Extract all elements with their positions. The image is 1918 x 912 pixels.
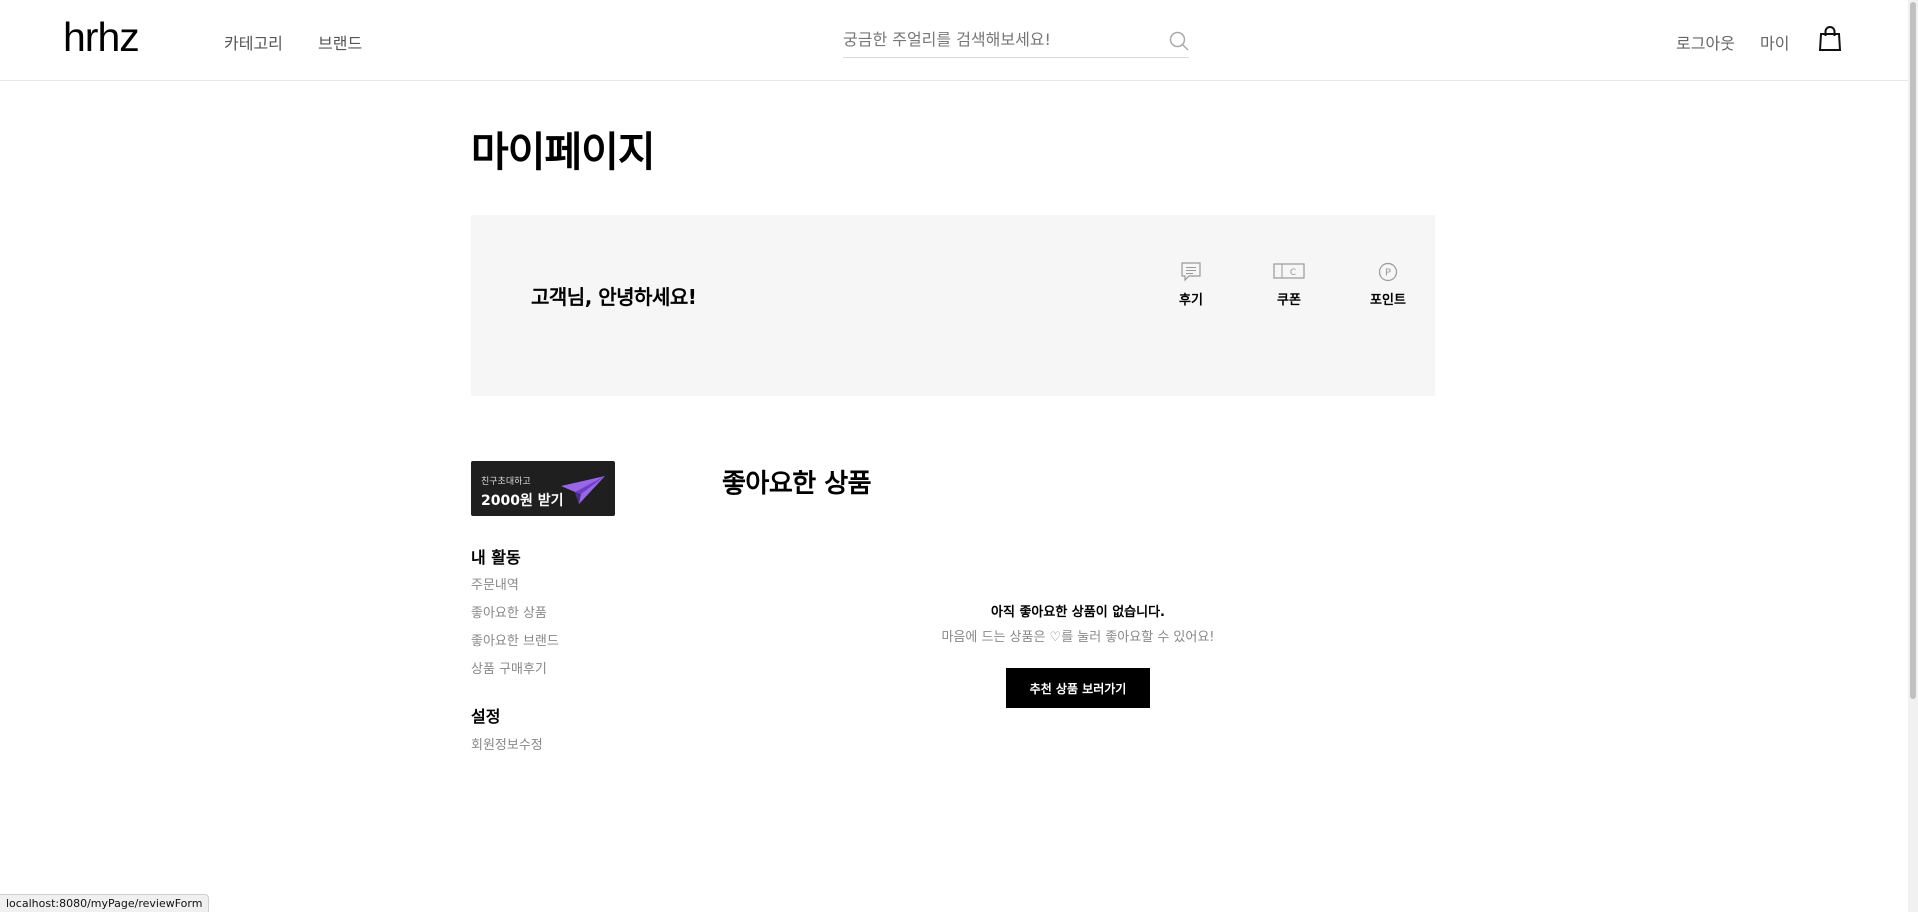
top-header: hrhz 카테고리 브랜드 로그아웃 마이	[0, 0, 1908, 81]
view-recommended-button[interactable]: 추천 상품 보러가기	[1006, 668, 1150, 708]
stat-point[interactable]: P 포인트	[1348, 261, 1428, 308]
sidebar-item-liked-brands[interactable]: 좋아요한 브랜드	[471, 630, 559, 649]
stat-coupon[interactable]: C 쿠폰	[1249, 261, 1329, 308]
sidebar-heading-activity: 내 활동	[471, 548, 521, 567]
nav-brand[interactable]: 브랜드	[318, 30, 362, 54]
page-scrollbar[interactable]	[1908, 0, 1918, 912]
sidebar-heading-settings: 설정	[471, 707, 501, 726]
search-icon[interactable]	[1168, 30, 1190, 52]
stat-point-label: 포인트	[1370, 293, 1406, 308]
stat-coupon-label: 쿠폰	[1277, 293, 1301, 308]
empty-state-subtitle: 마음에 드는 상품은 ♡를 눌러 좋아요할 수 있어요!	[941, 630, 1215, 645]
coupon-icon: C	[1273, 263, 1305, 279]
sidebar-item-reviews[interactable]: 상품 구매후기	[471, 658, 547, 677]
scrollbar-thumb[interactable]	[1910, 2, 1916, 699]
profile-summary: 고객님, 안녕하세요! 후기 C 쿠폰 P 포인트	[471, 215, 1435, 396]
stat-review[interactable]: 후기	[1151, 261, 1231, 308]
stat-review-label: 후기	[1179, 293, 1203, 308]
invite-banner-small-text: 친구초대하고	[481, 477, 531, 487]
invite-friend-banner[interactable]: 친구초대하고 2000원 받기	[471, 461, 615, 516]
status-bar-url: localhost:8080/myPage/reviewForm	[0, 894, 210, 912]
logout-link[interactable]: 로그아웃	[1676, 30, 1735, 54]
point-icon: P	[1378, 262, 1398, 282]
sidebar-item-orders[interactable]: 주문내역	[471, 574, 519, 593]
nav-category[interactable]: 카테고리	[224, 30, 283, 54]
page-title: 마이페이지	[471, 128, 656, 176]
svg-text:C: C	[1290, 268, 1296, 278]
search-input[interactable]	[843, 26, 1153, 52]
sidebar-item-edit-profile[interactable]: 회원정보수정	[471, 734, 543, 753]
shopping-bag-icon[interactable]	[1818, 26, 1842, 52]
my-link[interactable]: 마이	[1760, 30, 1789, 54]
liked-products-title: 좋아요한 상품	[722, 469, 872, 499]
invite-banner-big-text: 2000원 받기	[481, 493, 564, 509]
site-logo[interactable]: hrhz	[63, 14, 140, 61]
empty-state-title: 아직 좋아요한 상품이 없습니다.	[991, 605, 1165, 620]
greeting-text: 고객님, 안녕하세요!	[531, 285, 697, 309]
review-icon	[1181, 262, 1201, 282]
paper-plane-icon	[561, 476, 605, 504]
svg-text:P: P	[1385, 268, 1391, 279]
sidebar-item-liked-products[interactable]: 좋아요한 상품	[471, 602, 547, 621]
search-bar	[843, 24, 1189, 58]
